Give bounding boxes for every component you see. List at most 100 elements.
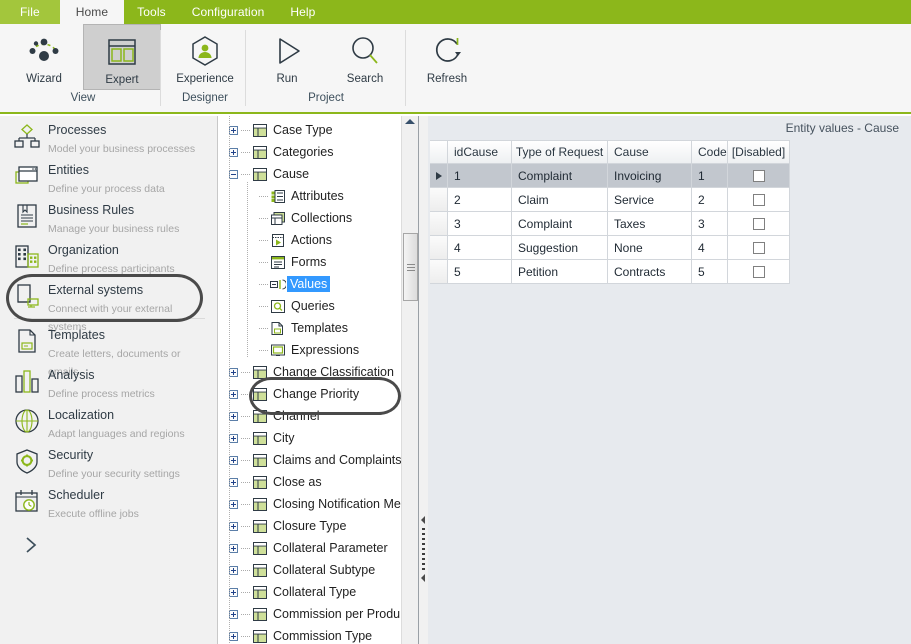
tree-node[interactable]: Closing Notification Me xyxy=(219,493,418,515)
tree-expand-toggle[interactable] xyxy=(225,609,241,619)
tree-vertical-scrollbar[interactable] xyxy=(401,116,418,644)
tree-node[interactable]: Queries xyxy=(219,295,418,317)
tree-expand-toggle[interactable] xyxy=(225,367,241,377)
cell-code[interactable]: 2 xyxy=(692,188,728,212)
tree-node[interactable]: Categories xyxy=(219,141,418,163)
entity-values-grid[interactable]: idCause Type of Request Cause Code [Disabled… xyxy=(430,140,911,284)
panel-splitter[interactable] xyxy=(419,116,428,644)
tree-node[interactable]: Change Priority xyxy=(219,383,418,405)
cell-code[interactable]: 1 xyxy=(692,164,728,188)
tree-node[interactable]: Channel xyxy=(219,405,418,427)
tree-expand-toggle[interactable] xyxy=(225,433,241,443)
tab-home[interactable]: Home xyxy=(59,0,125,24)
tree-expand-toggle[interactable] xyxy=(225,389,241,399)
splitter-arrow-bottom-icon[interactable] xyxy=(421,574,425,582)
tree-node[interactable]: City xyxy=(219,427,418,449)
cell-disabled[interactable] xyxy=(728,164,790,188)
wizard-button[interactable]: Wizard xyxy=(5,24,83,90)
cell-cause[interactable]: None xyxy=(608,236,692,260)
cell-disabled[interactable] xyxy=(728,260,790,284)
sidebar-item-localization[interactable]: Localization Adapt languages and regions xyxy=(0,401,217,441)
cell-disabled[interactable] xyxy=(728,236,790,260)
sidebar-item-templates[interactable]: Templates Create letters, documents or e… xyxy=(0,321,217,378)
cell-cause[interactable]: Taxes xyxy=(608,212,692,236)
tab-configuration[interactable]: Configuration xyxy=(179,0,278,24)
tree-node[interactable]: Close as xyxy=(219,471,418,493)
tree-node[interactable]: Values xyxy=(219,273,418,295)
entities-tree[interactable]: Case Type Categories Cause Attributes Collec… xyxy=(219,116,418,644)
disabled-checkbox[interactable] xyxy=(752,241,765,254)
grid-column-header[interactable]: idCause xyxy=(448,140,512,164)
table-row[interactable]: 1 Complaint Invoicing 1 xyxy=(430,164,911,188)
grid-column-header[interactable]: Type of Request xyxy=(512,140,608,164)
cell-idcause[interactable]: 5 xyxy=(448,260,512,284)
tree-expand-toggle[interactable] xyxy=(225,521,241,531)
tree-expand-toggle[interactable] xyxy=(225,455,241,465)
tree-node[interactable]: Claims and Complaints xyxy=(219,449,418,471)
tree-expand-toggle[interactable] xyxy=(225,147,241,157)
cell-cause[interactable]: Invoicing xyxy=(608,164,692,188)
cell-idcause[interactable]: 3 xyxy=(448,212,512,236)
row-selector-cell[interactable] xyxy=(430,236,448,260)
cell-code[interactable]: 5 xyxy=(692,260,728,284)
cell-type-of-request[interactable]: Claim xyxy=(512,188,608,212)
splitter-arrow-top-icon[interactable] xyxy=(421,516,425,524)
tree-node[interactable]: Cause xyxy=(219,163,418,185)
row-selector-cell[interactable] xyxy=(430,260,448,284)
scroll-up-arrow-icon[interactable] xyxy=(405,119,415,124)
disabled-checkbox[interactable] xyxy=(752,217,765,230)
tree-expand-toggle[interactable] xyxy=(225,411,241,421)
tree-node[interactable]: Collateral Type xyxy=(219,581,418,603)
sidebar-item-organization[interactable]: Organization Define process participants xyxy=(0,236,217,276)
sidebar-expand-button[interactable] xyxy=(0,521,217,560)
sidebar-item-scheduler[interactable]: Scheduler Execute offline jobs xyxy=(0,481,217,521)
sidebar-item-processes[interactable]: Processes Model your business processes xyxy=(0,116,217,156)
table-row[interactable]: 5 Petition Contracts 5 xyxy=(430,260,911,284)
table-row[interactable]: 2 Claim Service 2 xyxy=(430,188,911,212)
table-row[interactable]: 3 Complaint Taxes 3 xyxy=(430,212,911,236)
cell-idcause[interactable]: 4 xyxy=(448,236,512,260)
cell-disabled[interactable] xyxy=(728,212,790,236)
expert-button[interactable]: Expert xyxy=(83,24,161,90)
cell-type-of-request[interactable]: Complaint xyxy=(512,164,608,188)
cell-cause[interactable]: Contracts xyxy=(608,260,692,284)
cell-disabled[interactable] xyxy=(728,188,790,212)
sidebar-item-security[interactable]: Security Define your security settings xyxy=(0,441,217,481)
tree-node[interactable]: Forms xyxy=(219,251,418,273)
tree-expand-toggle[interactable] xyxy=(225,587,241,597)
tree-node[interactable]: Closure Type xyxy=(219,515,418,537)
grid-column-header[interactable]: [Disabled] xyxy=(728,140,790,164)
disabled-checkbox[interactable] xyxy=(752,169,765,182)
table-row[interactable]: 4 Suggestion None 4 xyxy=(430,236,911,260)
tab-help[interactable]: Help xyxy=(277,0,328,24)
sidebar-item-external-systems[interactable]: External systems Connect with your exter… xyxy=(0,276,217,333)
tree-node[interactable]: Actions xyxy=(219,229,418,251)
row-selector-cell[interactable] xyxy=(430,188,448,212)
tree-expand-toggle[interactable] xyxy=(225,477,241,487)
tree-node[interactable]: Change Classification xyxy=(219,361,418,383)
row-selector-cell[interactable] xyxy=(430,164,448,188)
refresh-button[interactable]: Refresh xyxy=(408,24,486,90)
tree-expand-toggle[interactable] xyxy=(225,565,241,575)
cell-type-of-request[interactable]: Suggestion xyxy=(512,236,608,260)
tree-expand-toggle[interactable] xyxy=(225,631,241,641)
run-button[interactable]: Run xyxy=(248,24,326,90)
tree-node[interactable]: Collections xyxy=(219,207,418,229)
tree-node[interactable]: Collateral Parameter xyxy=(219,537,418,559)
cell-type-of-request[interactable]: Petition xyxy=(512,260,608,284)
search-button[interactable]: Search xyxy=(326,24,404,90)
cell-code[interactable]: 4 xyxy=(692,236,728,260)
grid-column-header[interactable]: Code xyxy=(692,140,728,164)
disabled-checkbox[interactable] xyxy=(752,193,765,206)
tree-expand-toggle[interactable] xyxy=(225,499,241,509)
tree-collapse-toggle[interactable] xyxy=(225,169,241,179)
tree-node[interactable]: Collateral Subtype xyxy=(219,559,418,581)
sidebar-item-entities[interactable]: Entities Define your process data xyxy=(0,156,217,196)
tree-node[interactable]: Case Type xyxy=(219,119,418,141)
scrollbar-thumb[interactable] xyxy=(403,233,418,301)
grid-column-header[interactable]: Cause xyxy=(608,140,692,164)
tree-expand-toggle[interactable] xyxy=(225,125,241,135)
row-selector-cell[interactable] xyxy=(430,212,448,236)
sidebar-item-analysis[interactable]: Analysis Define process metrics xyxy=(0,361,217,401)
tree-node[interactable]: Attributes xyxy=(219,185,418,207)
